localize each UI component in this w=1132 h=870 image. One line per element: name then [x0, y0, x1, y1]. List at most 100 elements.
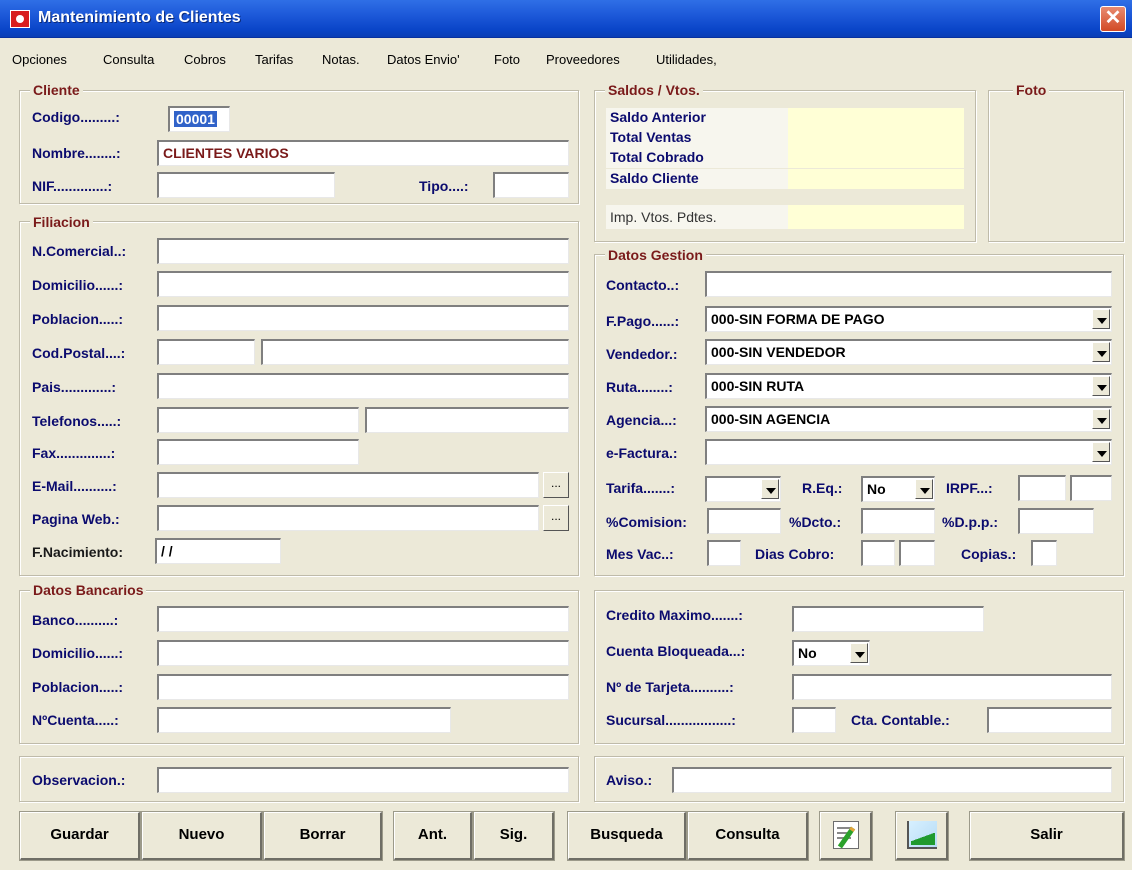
banco-poblacion-label: Poblacion.....: [32, 679, 124, 695]
menu-foto[interactable]: Foto [494, 52, 520, 67]
cuenta-field[interactable] [157, 707, 451, 733]
menu-notas[interactable]: Notas. [322, 52, 360, 67]
email-label: E-Mail..........: [32, 478, 117, 494]
irpf-field[interactable] [1018, 475, 1066, 501]
window-title: Mantenimiento de Clientes [38, 9, 241, 26]
vendedor-value: 000-SIN VENDEDOR [711, 344, 846, 360]
edit-document-icon [833, 821, 859, 849]
edit-notes-button[interactable] [819, 811, 873, 861]
banco-poblacion-field[interactable] [157, 674, 569, 700]
req-select[interactable]: No [861, 476, 935, 502]
foto-group[interactable]: Foto [988, 82, 1124, 242]
chevron-down-icon[interactable] [1092, 309, 1110, 329]
dcto-field[interactable] [861, 508, 935, 534]
tarifa-select[interactable] [705, 476, 781, 502]
chevron-down-icon[interactable] [1092, 442, 1110, 462]
codigo-label: Codigo.........: [32, 109, 120, 125]
banco-domicilio-field[interactable] [157, 640, 569, 666]
tarjeta-label: Nº de Tarjeta..........: [606, 679, 734, 695]
saldo-anterior-row: Saldo Anterior [606, 108, 964, 128]
cod-postal-label: Cod.Postal....: [32, 345, 126, 361]
tarjeta-field[interactable] [792, 674, 1112, 700]
vendedor-select[interactable]: 000-SIN VENDEDOR [705, 339, 1112, 365]
poblacion-field[interactable] [157, 305, 569, 331]
fpago-select[interactable]: 000-SIN FORMA DE PAGO [705, 306, 1112, 332]
aviso-field[interactable] [672, 767, 1112, 793]
total-ventas-value [788, 128, 964, 148]
web-browse-button[interactable]: ... [543, 505, 569, 531]
contacto-field[interactable] [705, 271, 1112, 297]
filiacion-legend: Filiacion [30, 214, 93, 230]
nif-field[interactable] [157, 172, 335, 198]
comision-field[interactable] [707, 508, 781, 534]
bloqueada-select[interactable]: No [792, 640, 870, 666]
nombre-field[interactable]: CLIENTES VARIOS [157, 140, 569, 166]
observacion-label: Observacion.: [32, 772, 126, 788]
guardar-button[interactable]: Guardar [19, 811, 141, 861]
borrar-button[interactable]: Borrar [263, 811, 383, 861]
menu-opciones[interactable]: Opciones [12, 52, 67, 67]
busqueda-button[interactable]: Busqueda [567, 811, 687, 861]
fpago-value: 000-SIN FORMA DE PAGO [711, 311, 885, 327]
email-field[interactable] [157, 472, 539, 498]
copias-field[interactable] [1031, 540, 1057, 566]
telefono1-field[interactable] [157, 407, 359, 433]
chevron-down-icon[interactable] [1092, 376, 1110, 396]
menu-cobros[interactable]: Cobros [184, 52, 226, 67]
fpago-label: F.Pago......: [606, 313, 680, 329]
consulta-button[interactable]: Consulta [687, 811, 809, 861]
imp-vtos-value [788, 205, 964, 229]
copias-label: Copias.: [961, 546, 1017, 562]
email-browse-button[interactable]: ... [543, 472, 569, 498]
menu-proveedores[interactable]: Proveedores [546, 52, 620, 67]
diascobro-field-2[interactable] [899, 540, 935, 566]
diascobro-field-1[interactable] [861, 540, 895, 566]
chevron-down-icon[interactable] [915, 479, 933, 499]
close-button[interactable]: ✕ [1100, 6, 1126, 32]
tipo-field[interactable] [493, 172, 569, 198]
sucursal-field[interactable] [792, 707, 836, 733]
domicilio-field[interactable] [157, 271, 569, 297]
siguiente-button[interactable]: Sig. [473, 811, 555, 861]
total-ventas-label: Total Ventas [606, 128, 788, 148]
cod-postal-city-field[interactable] [261, 339, 569, 365]
chevron-down-icon[interactable] [761, 479, 779, 499]
menu-consulta[interactable]: Consulta [103, 52, 154, 67]
menu-datos-envio[interactable]: Datos Envio' [387, 52, 460, 67]
fax-field[interactable] [157, 439, 359, 465]
pais-field[interactable] [157, 373, 569, 399]
cuenta-label: NºCuenta.....: [32, 712, 119, 728]
dpp-field[interactable] [1018, 508, 1094, 534]
telefonos-label: Telefonos.....: [32, 413, 122, 429]
cod-postal-field[interactable] [157, 339, 255, 365]
pais-label: Pais.............: [32, 379, 117, 395]
ruta-select[interactable]: 000-SIN RUTA [705, 373, 1112, 399]
efactura-select[interactable] [705, 439, 1112, 465]
total-cobrado-row: Total Cobrado [606, 148, 964, 168]
chevron-down-icon[interactable] [1092, 342, 1110, 362]
irpf-label: IRPF...: [946, 480, 993, 496]
sucursal-label: Sucursal.................: [606, 712, 736, 728]
anterior-button[interactable]: Ant. [393, 811, 473, 861]
irpf-field-2[interactable] [1070, 475, 1112, 501]
menu-tarifas[interactable]: Tarifas [255, 52, 293, 67]
efactura-label: e-Factura.: [606, 445, 678, 461]
cta-contable-field[interactable] [987, 707, 1112, 733]
chart-button[interactable] [895, 811, 949, 861]
pagina-web-field[interactable] [157, 505, 539, 531]
nacimiento-field[interactable]: / / [155, 538, 281, 564]
chevron-down-icon[interactable] [850, 643, 868, 663]
observacion-field[interactable] [157, 767, 569, 793]
agencia-select[interactable]: 000-SIN AGENCIA [705, 406, 1112, 432]
banco-field[interactable] [157, 606, 569, 632]
saldos-legend: Saldos / Vtos. [605, 82, 703, 98]
menu-utilidades[interactable]: Utilidades, [656, 52, 717, 67]
comercial-field[interactable] [157, 238, 569, 264]
telefono2-field[interactable] [365, 407, 569, 433]
mesvac-field[interactable] [707, 540, 741, 566]
credito-max-field[interactable] [792, 606, 984, 632]
codigo-field[interactable]: 00001 [168, 106, 230, 132]
salir-button[interactable]: Salir [969, 811, 1125, 861]
chevron-down-icon[interactable] [1092, 409, 1110, 429]
nuevo-button[interactable]: Nuevo [141, 811, 263, 861]
